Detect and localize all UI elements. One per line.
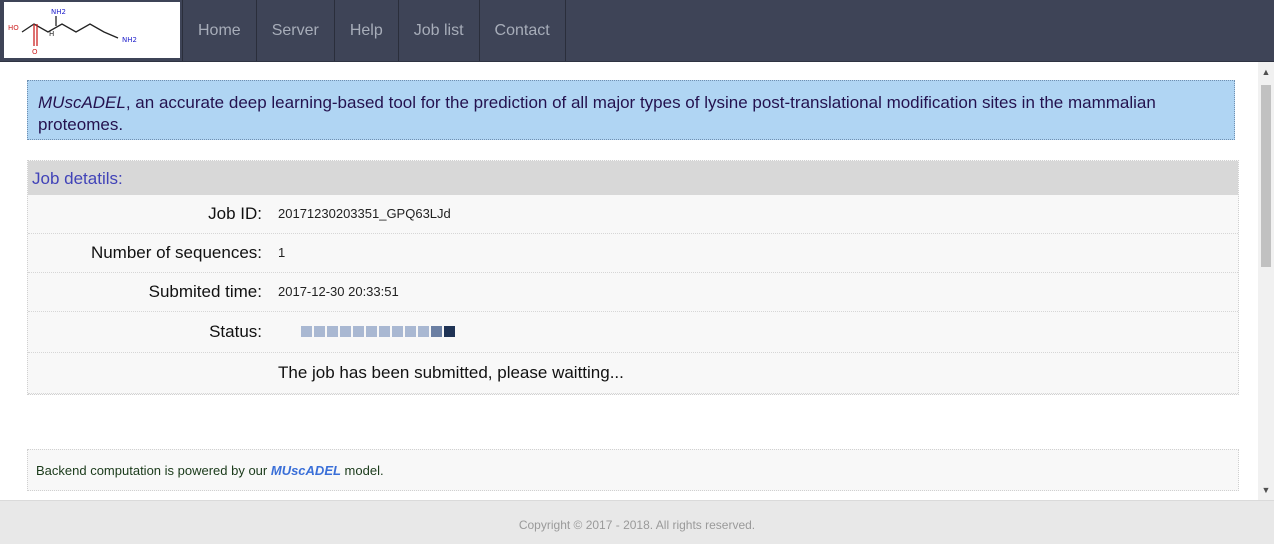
powered-by-box: Backend computation is powered by our MU…	[27, 449, 1239, 491]
nav-job-list[interactable]: Job list	[397, 0, 479, 61]
intro-banner: MUscADEL, an accurate deep learning-base…	[27, 80, 1235, 140]
status-square	[379, 326, 390, 337]
nav-contact[interactable]: Contact	[478, 0, 566, 61]
scroll-up-arrow-icon[interactable]: ▲	[1258, 64, 1274, 80]
num-sequences-label: Number of sequences:	[90, 243, 262, 262]
muscadel-link[interactable]: MUscADEL	[271, 463, 341, 478]
copyright-text: Copyright © 2017 - 2018. All rights rese…	[518, 518, 756, 532]
status-message-row: The job has been submitted, please waitt…	[28, 353, 1238, 394]
svg-text:NH2: NH2	[51, 8, 66, 16]
status-square	[327, 326, 338, 337]
intro-text: , an accurate deep learning-based tool f…	[38, 93, 1156, 134]
tool-name: MUscADEL	[38, 93, 126, 112]
status-progress-indicator	[301, 326, 455, 337]
status-square	[418, 326, 429, 337]
svg-text:HO: HO	[8, 24, 19, 32]
job-details-panel: Job detatils: Job ID: 20171230203351_GPQ…	[27, 160, 1239, 395]
main-nav: Home Server Help Job list Contact	[182, 0, 566, 61]
submitted-time-value: 2017-12-30 20:33:51	[278, 284, 399, 299]
footer: Copyright © 2017 - 2018. All rights rese…	[0, 500, 1274, 544]
main-content: MUscADEL, an accurate deep learning-base…	[0, 62, 1258, 500]
nav-home[interactable]: Home	[182, 0, 256, 61]
status-square	[444, 326, 455, 337]
status-row: Status:	[28, 312, 1238, 353]
status-square	[353, 326, 364, 337]
status-square	[340, 326, 351, 337]
nav-server[interactable]: Server	[255, 0, 334, 61]
submitted-time-label: Submited time:	[148, 282, 262, 301]
powered-by-prefix: Backend computation is powered by our	[36, 463, 271, 478]
job-id-row: Job ID: 20171230203351_GPQ63LJd	[28, 195, 1238, 234]
status-square	[314, 326, 325, 337]
scrollbar-thumb[interactable]	[1261, 85, 1271, 267]
job-id-label: Job ID:	[208, 204, 262, 223]
vertical-scrollbar[interactable]: ▲ ▼	[1258, 62, 1274, 500]
nav-help[interactable]: Help	[333, 0, 398, 61]
job-details-header: Job detatils:	[28, 161, 1238, 195]
top-navbar: HO O NH2 H NH2 Home Server Help Job list…	[0, 0, 1274, 62]
status-square	[301, 326, 312, 337]
status-square	[366, 326, 377, 337]
job-id-value: 20171230203351_GPQ63LJd	[278, 206, 451, 221]
powered-by-text: Backend computation is powered by our MU…	[36, 450, 384, 492]
status-square	[405, 326, 416, 337]
num-sequences-value: 1	[278, 245, 286, 260]
submitted-time-row: Submited time: 2017-12-30 20:33:51	[28, 273, 1238, 312]
status-square	[392, 326, 403, 337]
status-message: The job has been submitted, please waitt…	[278, 363, 624, 382]
svg-text:NH2: NH2	[122, 36, 137, 44]
svg-text:O: O	[32, 48, 38, 56]
lysine-structure-icon: HO O NH2 H NH2	[8, 8, 137, 56]
scroll-down-arrow-icon[interactable]: ▼	[1258, 482, 1274, 498]
status-square	[431, 326, 442, 337]
num-sequences-row: Number of sequences: 1	[28, 234, 1238, 273]
lysine-logo[interactable]: HO O NH2 H NH2	[4, 2, 180, 58]
powered-by-suffix: model.	[340, 463, 384, 478]
status-label: Status:	[209, 322, 262, 341]
